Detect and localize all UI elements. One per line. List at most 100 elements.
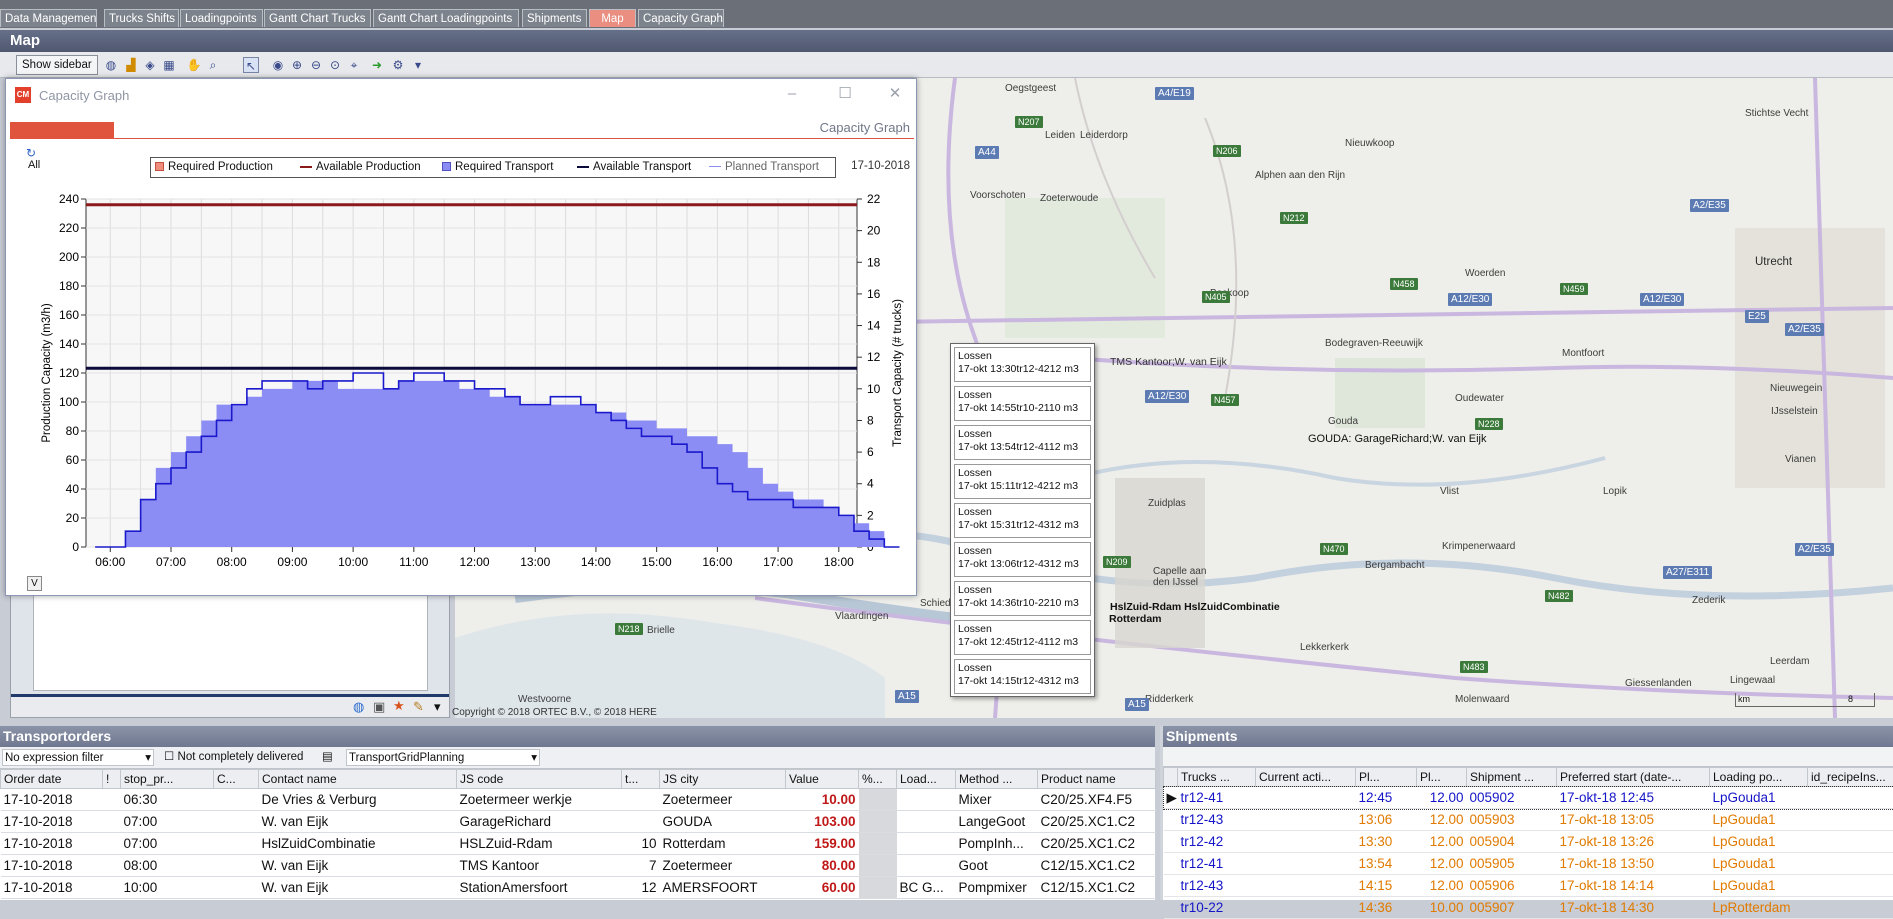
table-row[interactable]: ▶tr12-4112:4512.0000590217-okt-18 12:45L… (1164, 787, 1893, 809)
table-cell: 005902 (1467, 787, 1557, 809)
expression-filter-select[interactable]: No expression filter ▾ (2, 749, 154, 766)
window-titlebar[interactable]: CM Capacity Graph – ☐ ✕ (6, 79, 916, 109)
column-header[interactable]: t... (622, 770, 660, 789)
column-header[interactable]: JS city (660, 770, 786, 789)
column-header[interactable]: Load... (897, 770, 956, 789)
grid-icon[interactable]: ▦ (161, 57, 177, 73)
grid-view-select[interactable]: TransportGridPlanning ▾ (346, 749, 540, 766)
minimize-icon[interactable]: – (781, 83, 803, 105)
column-header[interactable]: stop_pr... (121, 770, 214, 789)
tab-gantt-chart-loadingpoints[interactable]: Gantt Chart Loadingpoints (373, 9, 519, 27)
delivered-filter-checkbox[interactable]: ☐ Not completely delivered (164, 749, 303, 766)
tab-trucks-shifts[interactable]: Trucks Shifts (104, 9, 179, 27)
dropdown-arrow-icon[interactable]: ▾ (410, 57, 426, 73)
column-header[interactable]: Value (786, 770, 859, 789)
refresh-icon[interactable]: ↻ (26, 146, 36, 160)
close-icon[interactable]: ✕ (884, 83, 906, 105)
popup-item[interactable]: Lossen17-okt 12:45tr12-4112 m3 (954, 620, 1091, 655)
y-tick-label: 200 (59, 250, 79, 264)
sidebar-list[interactable] (33, 588, 428, 691)
column-header[interactable]: Product name (1038, 770, 1156, 789)
world-icon[interactable]: ◉ (270, 57, 286, 73)
tab-gantt-chart-trucks[interactable]: Gantt Chart Trucks (264, 9, 371, 27)
map-marker-label[interactable]: GOUDA: GarageRichard;W. van Eijk (1308, 433, 1487, 445)
popup-item[interactable]: Lossen17-okt 14:55tr10-2110 m3 (954, 386, 1091, 421)
hand-icon[interactable]: ✋ (186, 57, 202, 73)
tab-loadingpoints[interactable]: Loadingpoints (180, 9, 263, 27)
table-row[interactable]: 17-10-201810:00W. van EijkStationAmersfo… (1, 877, 1156, 899)
popup-item[interactable]: Lossen17-okt 13:54tr12-4112 m3 (954, 425, 1091, 460)
column-header[interactable]: Method ... (956, 770, 1038, 789)
maximize-icon[interactable]: ☐ (834, 83, 856, 105)
column-header[interactable]: Trucks ... (1178, 768, 1256, 787)
stop-popup-list[interactable]: Lossen17-okt 13:30tr12-4212 m3 Lossen17-… (950, 343, 1095, 697)
table-cell: 17-okt-18 13:50 (1557, 853, 1710, 875)
y-tick-label: 100 (59, 395, 79, 409)
zoom-select-icon[interactable]: ⌕ (205, 57, 221, 73)
go-icon[interactable]: ➜ (369, 57, 385, 73)
popup-item[interactable]: Lossen17-okt 15:11tr12-4212 m3 (954, 464, 1091, 499)
settings-icon[interactable]: ⚙ (390, 57, 406, 73)
road-shield: A12/E30 (1448, 293, 1492, 306)
tab-map[interactable]: Map (589, 9, 636, 27)
table-row[interactable]: 17-10-201806:30De Vries & VerburgZoeterm… (1, 789, 1156, 811)
wrench-icon[interactable]: ✎ (413, 699, 424, 715)
zoom-extent-icon[interactable]: ⊙ (327, 57, 343, 73)
globe-icon[interactable]: ◍ (353, 699, 364, 715)
layers-icon[interactable]: ◈ (142, 57, 158, 73)
map-place-label: Nieuwkoop (1345, 138, 1394, 149)
filter-all-label[interactable]: All (28, 159, 40, 171)
column-header[interactable]: id_recipeIns... (1808, 768, 1893, 787)
column-header[interactable]: ! (103, 770, 121, 789)
table-cell: 005905 (1467, 853, 1557, 875)
column-header[interactable]: Order date (1, 770, 103, 789)
column-header[interactable]: C... (214, 770, 259, 789)
table-row[interactable]: tr12-4314:1512.0000590617-okt-18 14:14Lp… (1164, 875, 1893, 897)
map-marker-label[interactable]: Rotterdam (1109, 613, 1162, 625)
map-marker-label[interactable]: TMS Kantoor;W. van Eijk (1110, 356, 1227, 368)
pointer-icon[interactable]: ↖ (243, 57, 259, 73)
show-sidebar-button[interactable]: Show sidebar (16, 55, 98, 75)
map-marker-label[interactable]: HslZuid-Rdam HslZuidCombinatie (1110, 601, 1280, 613)
popup-item[interactable]: Lossen17-okt 14:15tr12-4312 m3 (954, 659, 1091, 694)
column-header[interactable]: JS code (457, 770, 622, 789)
zoom-out-icon[interactable]: ⊖ (308, 57, 324, 73)
popup-item[interactable]: Lossen17-okt 13:06tr12-4312 m3 (954, 542, 1091, 577)
table-cell: 17-okt-18 14:14 (1557, 875, 1710, 897)
table-cell: Mixer (956, 789, 1038, 811)
dropdown-arrow-icon[interactable]: ▾ (434, 699, 441, 715)
table-cell (1808, 853, 1893, 875)
table-cell (103, 855, 121, 877)
table-row[interactable]: tr12-4113:5412.0000590517-okt-18 13:50Lp… (1164, 853, 1893, 875)
expand-button[interactable]: V (27, 576, 42, 591)
column-header[interactable]: Contact name (259, 770, 457, 789)
map-panel-title: Map (0, 30, 1893, 52)
layers-icon[interactable]: ▣ (373, 699, 385, 715)
column-header[interactable]: Preferred start (date-... (1557, 768, 1710, 787)
column-header[interactable]: %... (859, 770, 897, 789)
globe-icon[interactable]: ◍ (103, 57, 119, 73)
table-row[interactable]: 17-10-201807:00HslZuidCombinatieHSLZuid-… (1, 833, 1156, 855)
popup-item[interactable]: Lossen17-okt 14:36tr10-2210 m3 (954, 581, 1091, 616)
table-row[interactable]: tr12-4213:3012.0000590417-okt-18 13:26Lp… (1164, 831, 1893, 853)
filter-settings-icon[interactable]: ▤ (322, 749, 333, 766)
table-row[interactable]: tr12-4313:0612.0000590317-okt-18 13:05Lp… (1164, 809, 1893, 831)
column-header[interactable]: Pl... (1356, 768, 1417, 787)
column-header[interactable]: Shipment ... (1467, 768, 1557, 787)
column-header[interactable]: Pl... (1417, 768, 1467, 787)
star-icon[interactable]: ★ (393, 698, 405, 714)
find-icon[interactable]: ⌖ (346, 57, 362, 73)
tab-shipments[interactable]: Shipments (522, 9, 587, 27)
zoom-in-icon[interactable]: ⊕ (289, 57, 305, 73)
popup-item[interactable]: Lossen17-okt 13:30tr12-4212 m3 (954, 347, 1091, 382)
x-tick-label: 08:00 (217, 555, 247, 569)
table-row[interactable]: 17-10-201807:00W. van EijkGarageRichardG… (1, 811, 1156, 833)
column-header[interactable]: Current acti... (1256, 768, 1356, 787)
popup-item[interactable]: Lossen17-okt 15:31tr12-4312 m3 (954, 503, 1091, 538)
column-header[interactable]: Loading po... (1710, 768, 1808, 787)
tab-data-management[interactable]: Data Management (0, 9, 97, 27)
tab-capacity-graph[interactable]: Capacity Graph (638, 9, 724, 27)
chart-icon[interactable]: ▟ (123, 57, 139, 73)
table-cell: W. van Eijk (259, 855, 457, 877)
table-row[interactable]: 17-10-201808:00W. van EijkTMS Kantoor7Zo… (1, 855, 1156, 877)
